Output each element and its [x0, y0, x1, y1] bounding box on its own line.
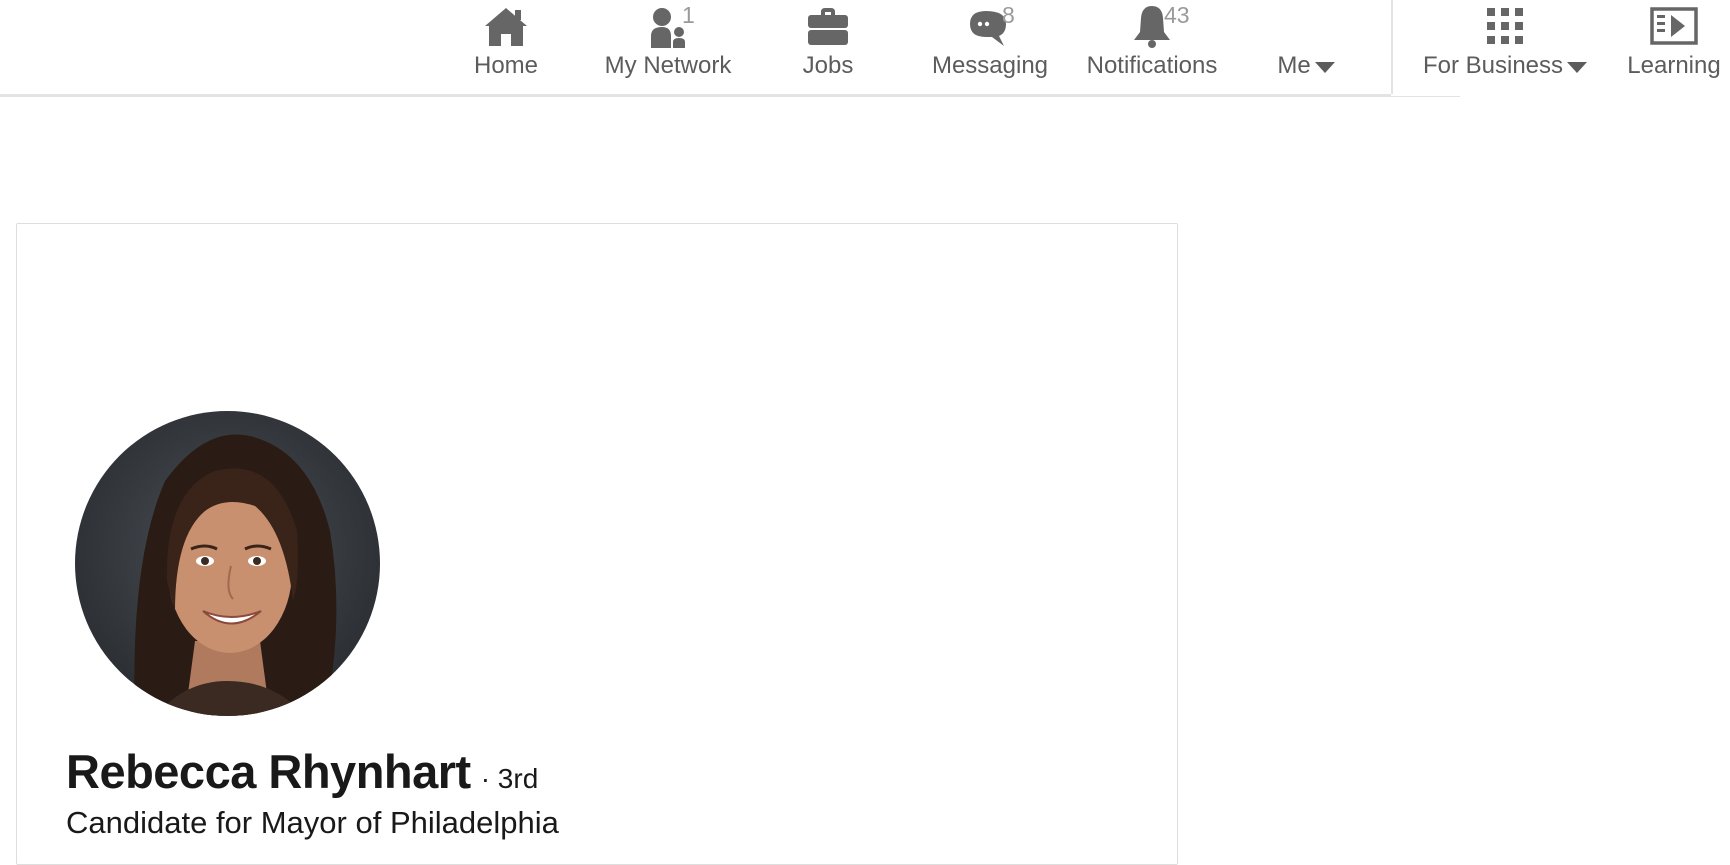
nav-my-network[interactable]: 1 My Network	[592, 0, 744, 94]
nav-home[interactable]: Home	[456, 0, 556, 94]
me-avatar-placeholder	[1282, 2, 1330, 50]
nav-jobs[interactable]: Jobs	[778, 0, 878, 94]
nav-for-business-label: For Business	[1423, 52, 1588, 80]
nav-divider	[1391, 0, 1393, 94]
chat-bubble-icon: 8	[966, 2, 1015, 50]
profile-card: Rebecca Rhynhart · 3rd Candidate for May…	[16, 223, 1178, 865]
profile-name: Rebecca Rhynhart	[66, 745, 471, 798]
nav-notifications[interactable]: 43 Notifications	[1074, 0, 1230, 94]
nav-messaging-label: Messaging	[931, 52, 1049, 79]
connection-degree: · 3rd	[480, 763, 539, 794]
notifications-badge: 43	[1164, 2, 1190, 28]
learning-video-icon	[1650, 2, 1698, 50]
grid-apps-icon	[1481, 2, 1529, 50]
people-icon: 1	[644, 2, 695, 50]
profile-photo[interactable]	[75, 411, 380, 716]
profile-headline: Candidate for Mayor of Philadelphia	[66, 805, 559, 840]
nav-messaging[interactable]: 8 Messaging	[922, 0, 1058, 94]
bell-icon: 43	[1128, 2, 1190, 50]
nav-notifications-label: Notifications	[1086, 52, 1218, 79]
chevron-down-icon	[1567, 61, 1588, 73]
nav-learning[interactable]: Learning	[1618, 0, 1730, 94]
briefcase-icon	[804, 2, 852, 50]
nav-my-network-label: My Network	[604, 52, 732, 79]
nav-for-business[interactable]: For Business	[1410, 0, 1600, 94]
nav-home-label: Home	[473, 52, 539, 79]
nav-me[interactable]: Me	[1262, 0, 1350, 94]
nav-me-label: Me	[1277, 52, 1335, 80]
nav-learning-label: Learning	[1627, 52, 1721, 79]
messaging-badge: 8	[1002, 2, 1015, 28]
network-badge: 1	[682, 2, 695, 28]
nav-jobs-label: Jobs	[802, 52, 854, 79]
profile-name-row: Rebecca Rhynhart · 3rd	[66, 744, 538, 799]
chevron-down-icon	[1314, 61, 1335, 73]
home-icon	[482, 2, 530, 50]
